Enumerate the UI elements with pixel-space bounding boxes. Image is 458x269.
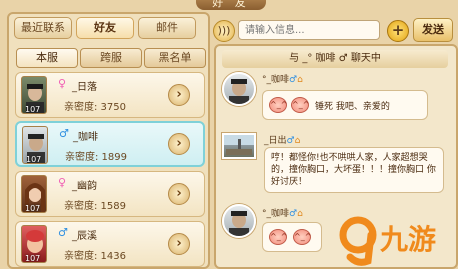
- friend-row[interactable]: 107 ♂ _辰溪 亲密度: 1436 ›: [15, 221, 205, 267]
- avatar[interactable]: [222, 133, 256, 159]
- tab-cross-server[interactable]: 跨服: [80, 48, 142, 68]
- message-text: 哼！都怪你!也不哄哄人家，人家超想哭的，撞你胸口，大坏蛋！！！撞你胸口 你好讨厌…: [271, 153, 436, 187]
- friend-row[interactable]: 107 ♀ _幽韵 亲密度: 1589 ›: [15, 171, 205, 217]
- voice-button[interactable]: ))): [213, 20, 235, 42]
- level-badge: 107: [26, 155, 42, 164]
- sender-name: _日出: [264, 136, 287, 146]
- male-icon: ♂: [286, 136, 295, 146]
- friend-detail-button[interactable]: ›: [168, 183, 190, 205]
- friend-row[interactable]: 107 ♀ _日落 亲密度: 3750 ›: [15, 72, 205, 118]
- avatar[interactable]: [222, 72, 256, 106]
- female-icon: ♀: [58, 77, 67, 90]
- friend-detail-button[interactable]: ›: [168, 84, 190, 106]
- home-icon: ⌂: [297, 75, 303, 85]
- message-sender: °_咖啡♂⌂: [262, 206, 303, 219]
- level-badge: 107: [25, 105, 41, 114]
- intimacy-value: 亲密度: 1436: [64, 251, 126, 262]
- chevron-right-icon: ›: [176, 136, 182, 151]
- intimacy-value: 亲密度: 3750: [64, 102, 126, 113]
- send-button[interactable]: 发送: [413, 18, 453, 42]
- home-icon: ⌂: [294, 136, 301, 146]
- message-sender: °_咖啡♂⌂: [262, 72, 303, 85]
- home-icon: ⌂: [297, 209, 303, 219]
- plus-icon: +: [391, 21, 405, 39]
- friend-detail-button[interactable]: ›: [168, 133, 190, 155]
- emoji-icon: ^_^: [291, 97, 309, 113]
- window-title: 好 友: [196, 0, 266, 10]
- tab-blacklist[interactable]: 黑名单: [144, 48, 206, 68]
- friend-detail-button[interactable]: ›: [168, 233, 190, 255]
- tab-mail[interactable]: 邮件: [138, 17, 196, 39]
- emoji-icon: ^_^: [269, 229, 287, 245]
- avatar: 107: [22, 126, 48, 164]
- message-bubble: ^_^ ^_^ 锤死 我吧、亲爱的: [262, 90, 428, 120]
- friend-row-selected[interactable]: 107 ♂ _咖啡 亲密度: 1899 ›: [15, 121, 205, 167]
- more-options-button[interactable]: +: [387, 20, 409, 42]
- chevron-right-icon: ›: [176, 236, 182, 251]
- message-bubble: ^_^ ^_^: [262, 222, 322, 252]
- message-bubble: 哼！都怪你!也不哄哄人家，人家超想哭的，撞你胸口，大坏蛋！！！撞你胸口 你好讨厌…: [264, 147, 444, 193]
- friend-name: _日落: [72, 82, 97, 93]
- intimacy-value: 亲密度: 1899: [65, 152, 127, 163]
- message-sender: _日出♂⌂: [264, 133, 300, 146]
- female-icon: ♀: [58, 176, 67, 189]
- male-icon: ♂: [58, 226, 68, 239]
- sender-name: °_咖啡: [262, 209, 290, 219]
- friend-name: _咖啡: [73, 132, 98, 143]
- tab-recent-contacts[interactable]: 最近联系: [14, 17, 72, 39]
- level-badge: 107: [25, 254, 41, 263]
- level-badge: 107: [25, 204, 41, 213]
- emoji-icon: ^_^: [293, 229, 311, 245]
- watermark-logo: 九游: [338, 205, 456, 267]
- tab-friends[interactable]: 好友: [76, 17, 134, 39]
- avatar: 107: [21, 175, 47, 213]
- watermark-text: 九游: [380, 223, 436, 256]
- avatar[interactable]: [222, 204, 256, 238]
- message-text: 锤死 我吧、亲爱的: [315, 102, 390, 112]
- friend-name: _辰溪: [72, 231, 97, 242]
- emoji-icon: ^_^: [269, 97, 287, 113]
- voice-icon: ))): [217, 24, 231, 37]
- avatar: 107: [21, 225, 47, 263]
- tab-this-server[interactable]: 本服: [16, 48, 78, 68]
- intimacy-value: 亲密度: 1589: [64, 201, 126, 212]
- friend-name: _幽韵: [72, 181, 97, 192]
- chat-header: 与 _° 咖啡 ♂ 聊天中: [222, 50, 448, 68]
- male-icon: ♂: [289, 75, 298, 85]
- chevron-right-icon: ›: [176, 87, 182, 102]
- sender-name: °_咖啡: [262, 75, 290, 85]
- chevron-right-icon: ›: [176, 186, 182, 201]
- avatar: 107: [21, 76, 47, 114]
- male-icon: ♂: [59, 127, 69, 140]
- male-icon: ♂: [289, 209, 298, 219]
- message-input[interactable]: [238, 20, 380, 40]
